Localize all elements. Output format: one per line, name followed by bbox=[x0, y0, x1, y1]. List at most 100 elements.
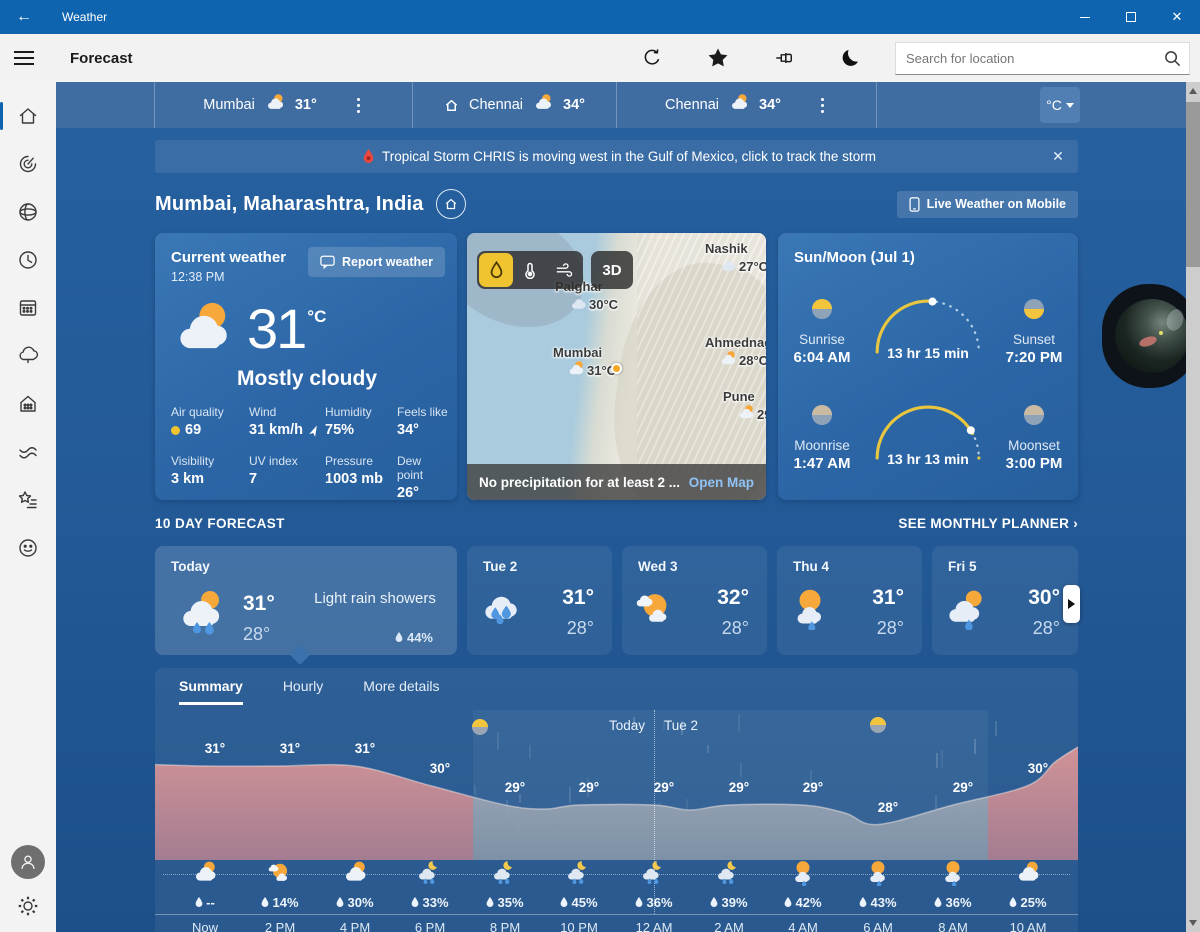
map-city-weather-icon bbox=[719, 256, 737, 277]
open-map-link[interactable]: Open Map bbox=[689, 475, 754, 490]
hour-slot-8am[interactable]: 36% bbox=[916, 860, 990, 910]
minimize-button[interactable] bbox=[1062, 0, 1108, 34]
temperature-layer-button[interactable] bbox=[513, 253, 547, 287]
forecast-next-button[interactable] bbox=[1063, 585, 1080, 623]
sidebar-item-pollen[interactable] bbox=[0, 332, 56, 380]
hour-slot-2pm[interactable]: 14% bbox=[243, 860, 317, 910]
history-icon bbox=[17, 441, 39, 463]
sidebar-item-maps[interactable] bbox=[0, 140, 56, 188]
favorites-star-button[interactable] bbox=[696, 38, 740, 78]
day-weather-icon bbox=[634, 588, 676, 635]
map-city-nashik[interactable]: Nashik 27°C bbox=[705, 241, 766, 277]
report-weather-button[interactable]: Report weather bbox=[308, 247, 445, 277]
refresh-button[interactable] bbox=[630, 38, 674, 78]
scrollbar-thumb[interactable] bbox=[1186, 102, 1200, 267]
location-tab-chennai-2[interactable]: Chennai34° bbox=[617, 82, 877, 128]
sidebar-item-feedback[interactable] bbox=[0, 524, 56, 572]
close-button[interactable]: ✕ bbox=[1154, 0, 1200, 34]
day-card-tue-2[interactable]: Tue 2 31° 28° bbox=[467, 546, 612, 655]
tab-menu-button[interactable] bbox=[817, 94, 828, 117]
hour-slot-4pm[interactable]: 30% bbox=[318, 860, 392, 910]
webcam-overlay-bubble[interactable] bbox=[1102, 284, 1198, 388]
droplet-icon bbox=[195, 897, 203, 908]
moonrise-block: Moonrise 1:47 AM bbox=[784, 403, 860, 472]
search-button[interactable] bbox=[1155, 43, 1189, 74]
favorites-icon bbox=[17, 489, 39, 511]
monthly-planner-link[interactable]: SEE MONTHLY PLANNER › bbox=[898, 516, 1078, 531]
pin-to-start-button[interactable] bbox=[762, 38, 806, 78]
map-city-weather-icon bbox=[737, 404, 755, 425]
live-weather-mobile-button[interactable]: Live Weather on Mobile bbox=[897, 191, 1078, 218]
maximize-button[interactable] bbox=[1108, 0, 1154, 34]
day-label: Thu 4 bbox=[793, 559, 829, 574]
day-card-thu-4[interactable]: Thu 4 31° 28° bbox=[777, 546, 922, 655]
unit-toggle-button[interactable]: °C bbox=[1040, 87, 1080, 123]
forecast-heading: 10 DAY FORECAST bbox=[155, 516, 285, 531]
droplet-icon bbox=[560, 897, 568, 908]
current-weather-title: Current weather bbox=[171, 249, 286, 266]
hour-slot-6am[interactable]: 43% bbox=[841, 860, 915, 910]
hour-slot-2am[interactable]: 39% bbox=[692, 860, 766, 910]
scroll-down-arrow[interactable] bbox=[1189, 920, 1197, 926]
location-tab-chennai-1[interactable]: Chennai34° bbox=[413, 82, 617, 128]
day-condition: Light rain showers bbox=[305, 590, 445, 607]
precip-chance: 14% bbox=[243, 895, 317, 910]
hour-slot-12am[interactable]: 36% bbox=[617, 860, 691, 910]
hour-slot-8pm[interactable]: 35% bbox=[468, 860, 542, 910]
sidebar-item-hourly[interactable] bbox=[0, 236, 56, 284]
map-3d-button[interactable]: 3D bbox=[591, 251, 633, 289]
sidebar-item-history[interactable] bbox=[0, 428, 56, 476]
sidebar-item-home[interactable] bbox=[0, 92, 56, 140]
tab-more-details[interactable]: More details bbox=[363, 678, 439, 705]
live-weather-label: Live Weather on Mobile bbox=[927, 197, 1066, 211]
map-city-pune[interactable]: Pune 29°C bbox=[723, 389, 766, 425]
tab-hourly[interactable]: Hourly bbox=[283, 678, 323, 705]
search-input[interactable] bbox=[896, 51, 1155, 66]
sidebar-item-monthly[interactable] bbox=[0, 284, 56, 332]
hour-slot-now[interactable]: -- bbox=[168, 860, 242, 910]
sidebar-item-favorites[interactable] bbox=[0, 476, 56, 524]
map-city-temp: 29°C bbox=[757, 407, 766, 422]
back-button[interactable]: ← bbox=[0, 0, 48, 34]
day-card-today[interactable]: Today 31° 28° Light rain showers 44% bbox=[155, 546, 457, 655]
menu-button[interactable] bbox=[0, 34, 48, 82]
moon-rain-icon bbox=[492, 860, 518, 891]
hour-slot-10am[interactable]: 25% bbox=[991, 860, 1065, 910]
sidebar-item-maps-3d[interactable] bbox=[0, 188, 56, 236]
sidebar-item-life[interactable] bbox=[0, 380, 56, 428]
thermometer-icon bbox=[522, 261, 538, 279]
map-city-weather-icon bbox=[719, 350, 737, 371]
tab-temperature: 34° bbox=[759, 97, 781, 113]
vertical-scrollbar[interactable] bbox=[1186, 82, 1200, 932]
svg-text:31°: 31° bbox=[355, 741, 375, 756]
hour-slot-6pm[interactable]: 33% bbox=[393, 860, 467, 910]
settings-button[interactable] bbox=[17, 895, 39, 922]
location-tab-mumbai-0[interactable]: Mumbai31° bbox=[155, 82, 413, 128]
day-card-wed-3[interactable]: Wed 3 32° 28° bbox=[622, 546, 767, 655]
svg-text:29°: 29° bbox=[579, 780, 599, 795]
page-title: Forecast bbox=[70, 50, 133, 67]
metric-humidity: Humidity75% bbox=[325, 405, 397, 438]
night-mode-button[interactable] bbox=[828, 38, 872, 78]
map-city-mumbai[interactable]: Mumbai 31°C bbox=[553, 345, 616, 381]
tabstrip-spacer bbox=[56, 82, 155, 128]
wind-layer-button[interactable] bbox=[547, 253, 581, 287]
hour-slot-4am[interactable]: 42% bbox=[766, 860, 840, 910]
weather-map-card[interactable]: Nashik 27°CPalghar 30°CMumbai 31°CAhmedn… bbox=[467, 233, 766, 500]
alert-close-button[interactable]: ✕ bbox=[1038, 148, 1078, 165]
maps-icon bbox=[17, 153, 39, 175]
map-city-ahmednagar[interactable]: Ahmednagar 28°C bbox=[705, 335, 766, 371]
tab-summary[interactable]: Summary bbox=[179, 678, 243, 705]
alert-text: Tropical Storm CHRIS is moving west in t… bbox=[382, 149, 876, 164]
day-card-fri-5[interactable]: Fri 5 30° 28° bbox=[932, 546, 1078, 655]
moonrise-time: 1:47 AM bbox=[784, 455, 860, 472]
hour-slot-10pm[interactable]: 45% bbox=[542, 860, 616, 910]
metric-uv-index: UV index7 bbox=[249, 454, 325, 500]
summary-chart[interactable]: 31°31°31°30°29°29°29°29°29°28°29°30° Tod… bbox=[155, 710, 1078, 860]
storm-alert-banner[interactable]: Tropical Storm CHRIS is moving west in t… bbox=[155, 140, 1078, 173]
scroll-up-arrow[interactable] bbox=[1189, 88, 1197, 94]
tab-menu-button[interactable] bbox=[353, 94, 364, 117]
set-home-location-button[interactable] bbox=[436, 189, 466, 219]
precipitation-layer-button[interactable] bbox=[479, 253, 513, 287]
user-avatar[interactable] bbox=[11, 845, 45, 879]
